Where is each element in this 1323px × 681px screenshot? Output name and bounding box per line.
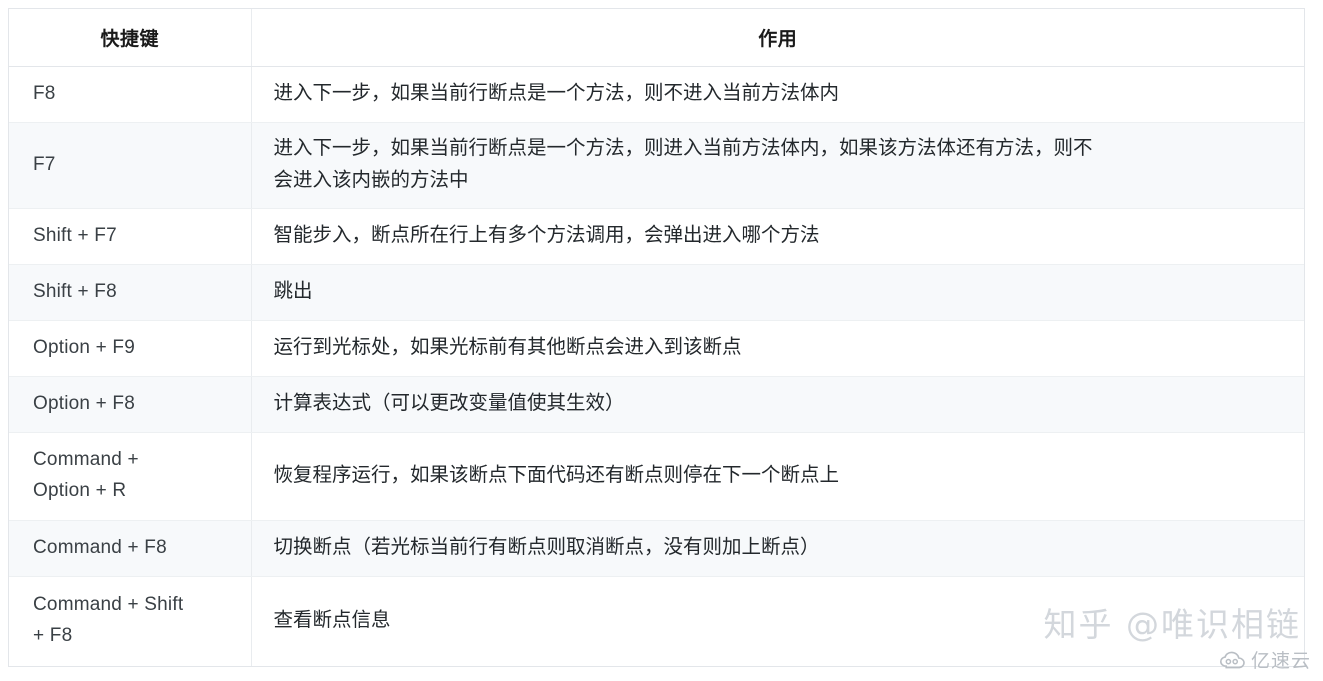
action-text-line: 跳出 <box>273 280 313 303</box>
shortcut-key-line-2: + F8 <box>33 625 73 647</box>
table-row: Command + Option + R 恢复程序运行，如果该断点下面代码还有断… <box>9 432 1304 521</box>
action-text-line: 进入下一步，如果当前行断点是一个方法，则进入当前方法体内，如果该方法体还有方法，… <box>273 137 1093 160</box>
shortcut-key-cell: Command + F8 <box>9 520 252 577</box>
shortcut-key-cell: Shift + F8 <box>9 264 252 321</box>
shortcut-key-cell: F7 <box>9 122 252 209</box>
action-text-line: 进入下一步，如果当前行断点是一个方法，则不进入当前方法体内 <box>273 82 840 105</box>
shortcut-key-cell: Command + Option + R <box>9 432 252 521</box>
table-row: Command + Shift + F8 查看断点信息 <box>9 576 1304 666</box>
table-row: Shift + F7 智能步入，断点所在行上有多个方法调用，会弹出进入哪个方法 <box>9 208 1304 265</box>
column-header-action: 作用 <box>251 9 1304 67</box>
table-row: F7 进入下一步，如果当前行断点是一个方法，则进入当前方法体内，如果该方法体还有… <box>9 122 1304 209</box>
action-text-line: 查看断点信息 <box>273 609 391 632</box>
action-text-line-2: 会进入该内嵌的方法中 <box>273 169 469 191</box>
action-text-line: 恢复程序运行，如果该断点下面代码还有断点则停在下一个断点上 <box>273 464 840 487</box>
table-row: Shift + F8 跳出 <box>9 264 1304 321</box>
shortcut-key-line: Command + <box>33 449 139 471</box>
shortcut-key-cell: Option + F8 <box>9 376 252 433</box>
action-description-cell: 进入下一步，如果当前行断点是一个方法，则不进入当前方法体内 <box>251 66 1304 123</box>
action-description-cell: 切换断点（若光标当前行有断点则取消断点，没有则加上断点） <box>251 520 1304 577</box>
shortcut-key-cell: Command + Shift + F8 <box>9 576 252 666</box>
table-header-row: 快捷键 作用 <box>9 9 1304 67</box>
shortcut-table: 快捷键 作用 F8 进入下一步，如果当前行断点是一个方法，则不进入当前方法体内 … <box>9 9 1304 666</box>
shortcut-table-container: 快捷键 作用 F8 进入下一步，如果当前行断点是一个方法，则不进入当前方法体内 … <box>8 8 1305 667</box>
action-description-cell: 进入下一步，如果当前行断点是一个方法，则进入当前方法体内，如果该方法体还有方法，… <box>251 122 1304 209</box>
action-description-cell: 跳出 <box>251 264 1304 321</box>
table-row: Option + F9 运行到光标处，如果光标前有其他断点会进入到该断点 <box>9 320 1304 377</box>
table-row: Command + F8 切换断点（若光标当前行有断点则取消断点，没有则加上断点… <box>9 520 1304 577</box>
table-row: F8 进入下一步，如果当前行断点是一个方法，则不进入当前方法体内 <box>9 66 1304 123</box>
table-row: Option + F8 计算表达式（可以更改变量值使其生效） <box>9 376 1304 433</box>
action-description-cell: 查看断点信息 <box>251 576 1304 666</box>
column-header-shortcut: 快捷键 <box>9 9 252 67</box>
action-description-cell: 运行到光标处，如果光标前有其他断点会进入到该断点 <box>251 320 1304 377</box>
table-body: F8 进入下一步，如果当前行断点是一个方法，则不进入当前方法体内 F7 进入下一… <box>9 66 1304 666</box>
shortcut-key-cell: Option + F9 <box>9 320 252 377</box>
action-description-cell: 计算表达式（可以更改变量值使其生效） <box>251 376 1304 433</box>
action-text-line: 运行到光标处，如果光标前有其他断点会进入到该断点 <box>273 336 742 359</box>
action-description-cell: 智能步入，断点所在行上有多个方法调用，会弹出进入哪个方法 <box>251 208 1304 265</box>
table-header: 快捷键 作用 <box>9 9 1304 67</box>
action-text-line: 计算表达式（可以更改变量值使其生效） <box>273 392 625 415</box>
shortcut-key-line-2: Option + R <box>33 480 127 501</box>
action-text-line: 智能步入，断点所在行上有多个方法调用，会弹出进入哪个方法 <box>273 224 820 247</box>
shortcut-key-line: Command + Shift <box>33 594 184 616</box>
shortcut-key-cell: Shift + F7 <box>9 208 252 265</box>
action-text-line: 切换断点（若光标当前行有断点则取消断点，没有则加上断点） <box>273 536 820 559</box>
action-description-cell: 恢复程序运行，如果该断点下面代码还有断点则停在下一个断点上 <box>251 432 1304 521</box>
shortcut-key-cell: F8 <box>9 66 252 123</box>
